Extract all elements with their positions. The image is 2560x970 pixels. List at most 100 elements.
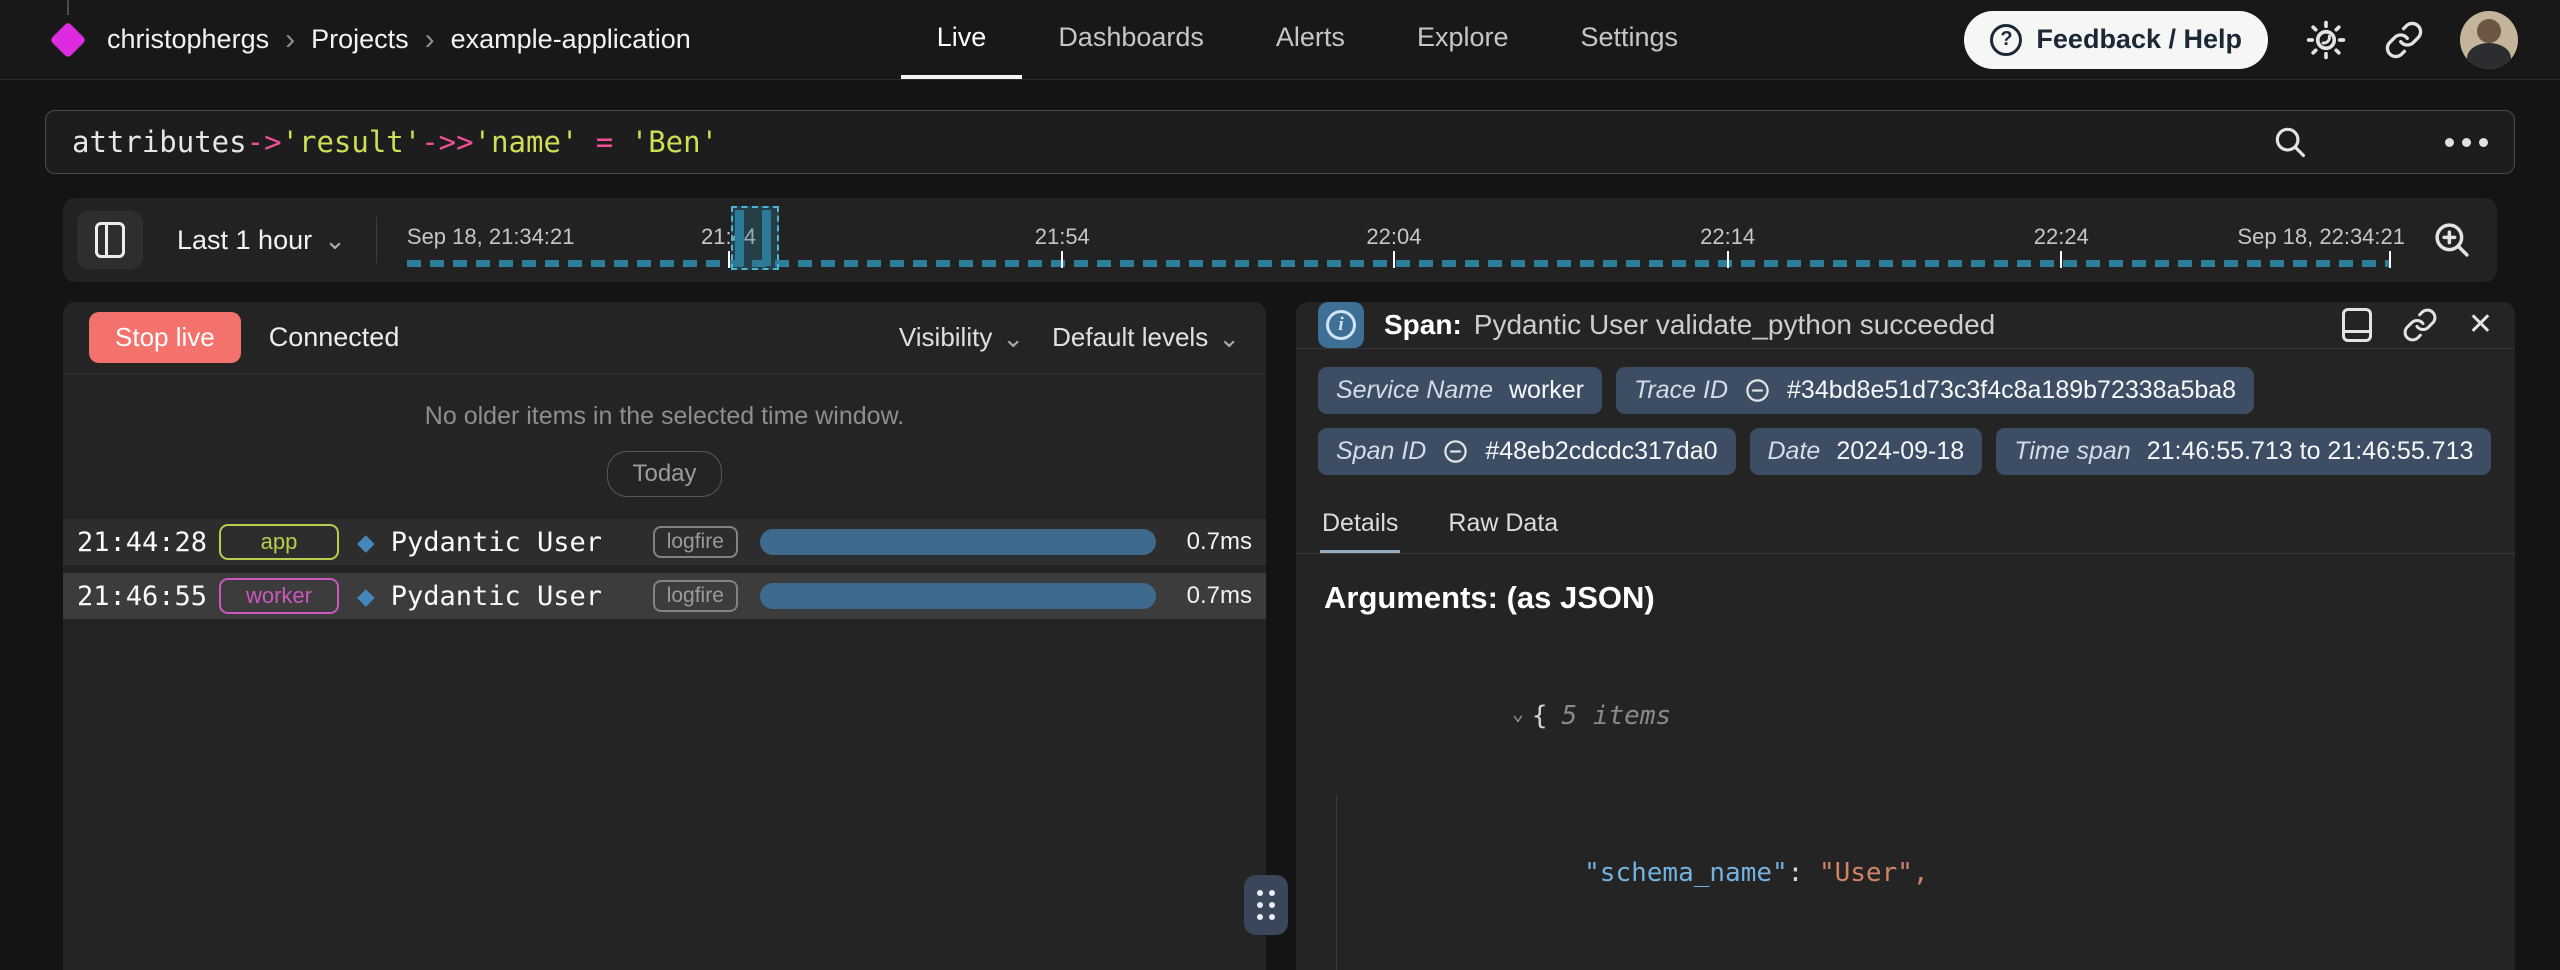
chevron-down-icon: ⌄ [324, 227, 346, 253]
copy-link-icon[interactable] [2402, 307, 2438, 343]
span-diamond-icon: ◆ [357, 529, 375, 556]
timeline-tick-label: 22:04 [1366, 224, 1421, 250]
badge-value: #48eb2cdcdc317da0 [1485, 437, 1717, 466]
badge-label: Trace ID [1634, 376, 1728, 405]
main-content: Stop live Connected Visibility ⌄ Default… [63, 302, 2515, 970]
trace-id-badge: Trace ID #34bd8e51d73c3f4c8a189b72338a5b… [1616, 367, 2254, 414]
duration-value: 0.7ms [1178, 528, 1252, 556]
timeline-tick-label: 21:54 [1035, 224, 1090, 250]
close-icon[interactable]: ✕ [2468, 310, 2493, 340]
json-colon: : [1788, 858, 1819, 888]
link-icon[interactable] [1744, 377, 1771, 404]
dock-bottom-icon[interactable] [2342, 308, 2372, 342]
service-badge: worker [219, 578, 339, 614]
top-navbar: christophergs › Projects › example-appli… [0, 0, 2560, 80]
timeline-end-tick-mark [2389, 251, 2391, 268]
tab-explore[interactable]: Explore [1381, 0, 1545, 79]
json-root-block: "schema_name": "User", "validation_metho… [1336, 795, 2487, 970]
log-row[interactable]: 21:44:28 app ◆ Pydantic User logfire 0.7… [63, 519, 1266, 565]
panel-layout-icon [95, 222, 125, 258]
timeline-tick-label: 22:24 [2034, 224, 2089, 250]
timeline-end-label: Sep 18, 22:34:21 [2237, 224, 2405, 250]
default-levels-dropdown[interactable]: Default levels ⌄ [1052, 322, 1240, 353]
detail-tabs: Details Raw Data [1296, 493, 2515, 554]
timeline-dashed-line [407, 260, 2391, 267]
panel-resize-handle[interactable] [1244, 875, 1288, 935]
arguments-heading: Arguments: (as JSON) [1324, 580, 2487, 616]
json-brace: { [1532, 701, 1548, 731]
divider [376, 217, 377, 263]
tab-alerts[interactable]: Alerts [1240, 0, 1381, 79]
badge-value: 2024-09-18 [1836, 437, 1964, 466]
share-link-icon[interactable] [2384, 20, 2424, 60]
timeline-tick-mark [2060, 251, 2062, 268]
breadcrumb: christophergs › Projects › example-appli… [107, 0, 691, 79]
log-timestamp: 21:44:28 [77, 527, 211, 558]
tab-dashboards[interactable]: Dashboards [1022, 0, 1240, 79]
log-rows: 21:44:28 app ◆ Pydantic User logfire 0.7… [63, 519, 1266, 627]
tab-live[interactable]: Live [901, 0, 1023, 79]
logfire-logo[interactable] [55, 27, 81, 53]
breadcrumb-org[interactable]: christophergs [107, 24, 269, 55]
json-tree: ⌄{5 items "schema_name": "User", "valida… [1324, 638, 2487, 970]
query-token-string: 'name' [474, 125, 579, 159]
empty-window-message: No older items in the selected time wind… [63, 402, 1266, 431]
logo-hang-line [67, 0, 69, 15]
user-avatar[interactable] [2460, 11, 2518, 69]
app-root: christophergs › Projects › example-appli… [0, 0, 2560, 970]
duration-bar [760, 583, 1156, 609]
date-badge: Date 2024-09-18 [1750, 428, 1983, 475]
chevron-right-icon: › [285, 25, 295, 55]
link-icon[interactable] [1442, 438, 1469, 465]
span-title-text: Pydantic User validate_python succeeded [1474, 309, 1995, 340]
collapse-caret-icon[interactable]: ⌄ [1512, 687, 1524, 739]
query-token-string: 'result' [282, 125, 422, 159]
badge-label: Span ID [1336, 437, 1426, 466]
json-key: "schema_name" [1584, 858, 1788, 888]
sidebar-toggle-button[interactable] [77, 211, 143, 269]
timeline-tick-mark [728, 251, 730, 268]
timeline-track: Sep 18, 21:34:21 Sep 18, 22:34:21 21:44 … [407, 198, 2405, 282]
timeline-panel: Last 1 hour ⌄ Sep 18, 21:34:21 Sep 18, 2… [63, 198, 2497, 282]
duration-bar [760, 529, 1156, 555]
feedback-help-button[interactable]: ? Feedback / Help [1964, 11, 2268, 69]
span-diamond-icon: ◆ [357, 583, 375, 610]
timeline-tick-mark [1061, 251, 1063, 268]
query-token-operator: ->> [421, 125, 473, 159]
span-detail-panel: i Span: Pydantic User validate_python suc… [1296, 302, 2515, 970]
breadcrumb-projects[interactable]: Projects [311, 24, 409, 55]
time-range-dropdown[interactable]: Last 1 hour ⌄ [177, 225, 346, 256]
visibility-dropdown[interactable]: Visibility ⌄ [899, 322, 1024, 353]
service-name-badge: Service Name worker [1318, 367, 1602, 414]
feedback-help-label: Feedback / Help [2036, 24, 2242, 55]
badge-label: Service Name [1336, 376, 1493, 405]
span-info-icon: i [1318, 302, 1364, 348]
tab-raw-data[interactable]: Raw Data [1446, 493, 1560, 553]
json-root-line: ⌄{5 items [1324, 638, 2487, 795]
span-title-prefix: Span: [1384, 309, 1462, 340]
span-name: Pydantic User [391, 527, 653, 558]
zoom-in-icon[interactable] [2431, 219, 2473, 261]
today-button[interactable]: Today [607, 451, 721, 497]
breadcrumb-project[interactable]: example-application [451, 24, 691, 55]
query-token-operator: -> [247, 125, 282, 159]
visibility-label: Visibility [899, 322, 992, 353]
stop-live-button[interactable]: Stop live [89, 312, 241, 363]
time-range-label: Last 1 hour [177, 225, 312, 256]
query-token-operator: = [578, 125, 630, 159]
more-options-icon[interactable] [2445, 138, 2488, 147]
json-value: "User", [1819, 858, 1929, 888]
query-input[interactable]: attributes->'result'->>'name' = 'Ben' [45, 110, 2515, 174]
nav-tabs: Live Dashboards Alerts Explore Settings [901, 0, 1714, 79]
timeline-selection-window[interactable] [731, 206, 779, 270]
tab-settings[interactable]: Settings [1544, 0, 1714, 79]
tab-details[interactable]: Details [1320, 493, 1400, 553]
live-view-panel: Stop live Connected Visibility ⌄ Default… [63, 302, 1266, 970]
live-panel-header: Stop live Connected Visibility ⌄ Default… [63, 302, 1266, 374]
timeline-tick-label: 22:14 [1700, 224, 1755, 250]
log-row-selected[interactable]: 21:46:55 worker ◆ Pydantic User logfire … [63, 573, 1266, 619]
json-field: "schema_name": "User", [1365, 795, 2487, 951]
detail-panel-header: i Span: Pydantic User validate_python suc… [1296, 302, 2515, 349]
log-timestamp: 21:46:55 [77, 581, 211, 612]
logfire-tag: logfire [653, 526, 738, 558]
